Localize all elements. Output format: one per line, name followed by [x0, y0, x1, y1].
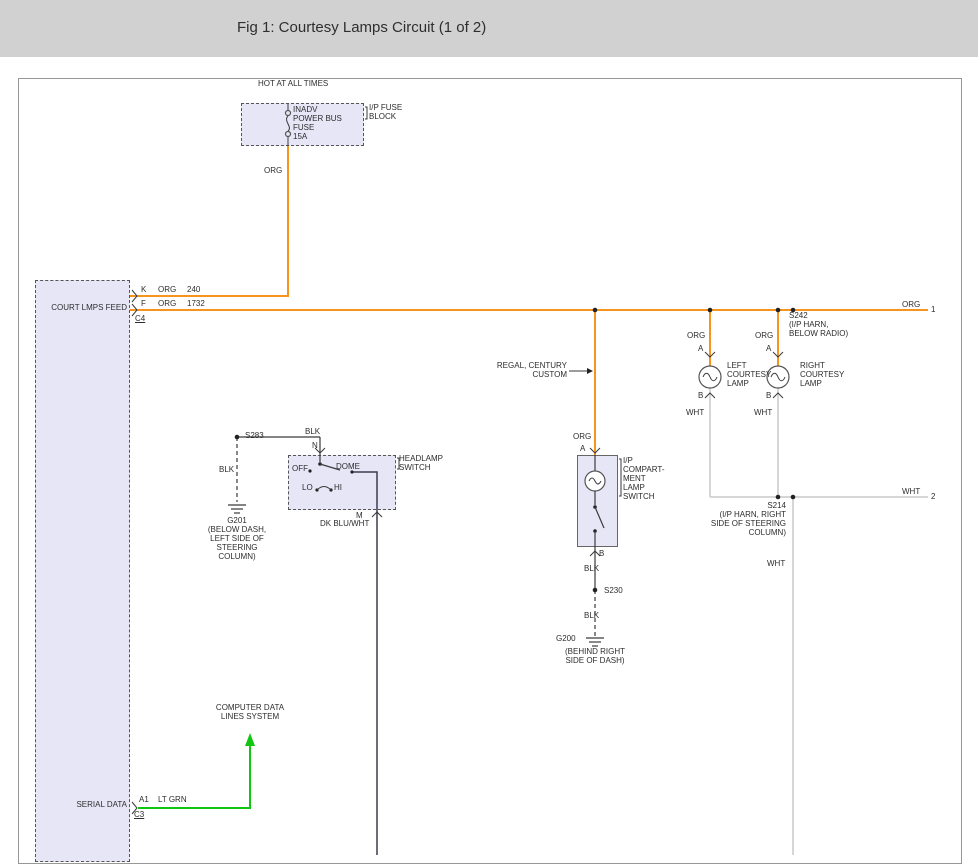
right-lamp-line: LAMP [800, 379, 844, 388]
diagram-page: Fig 1: Courtesy Lamps Circuit (1 of 2) [0, 0, 978, 865]
title-bar: Fig 1: Courtesy Lamps Circuit (1 of 2) [0, 0, 978, 57]
splice-s214-label: S214 (I/P HARN, RIGHT SIDE OF STEERING C… [698, 501, 786, 537]
ground-g200-name: G200 [556, 634, 576, 643]
headlamp-position-hi: HI [334, 483, 342, 492]
s214-line: (I/P HARN, RIGHT [698, 510, 786, 519]
wire-label-org-feed: ORG [264, 166, 282, 175]
regal-line: CUSTOM [480, 370, 567, 379]
right-lamp-pin-a: A [766, 344, 771, 353]
left-courtesy-lamp-label: LEFT COURTESY LAMP [727, 361, 771, 388]
fuse-block-label: I/P FUSE BLOCK [369, 103, 402, 121]
regal-century-note: REGAL, CENTURY CUSTOM [480, 361, 567, 379]
wire-label-org-right-lamp: ORG [755, 331, 773, 340]
right-courtesy-lamp-label: RIGHT COURTESY LAMP [800, 361, 844, 388]
wire-label-org-switch: ORG [573, 432, 591, 441]
ip-switch-line: LAMP [623, 483, 664, 492]
fuse-block-line: I/P FUSE [369, 103, 402, 112]
connector-c4-label: C4 [135, 314, 145, 323]
ip-lamp-switch-label: I/P COMPART- MENT LAMP SWITCH [623, 456, 664, 501]
wire-label-wht-right: WHT [902, 487, 920, 496]
headlamp-position-lo: LO [302, 483, 313, 492]
wire-label-wht-right-lamp: WHT [754, 408, 772, 417]
diagram-frame [18, 78, 962, 864]
s242-line: BELOW RADIO) [789, 329, 848, 338]
ip-switch-line: MENT [623, 474, 664, 483]
court-lmps-feed-label: COURT LMPS FEED [38, 303, 127, 312]
wire-label-org-left-lamp: ORG [687, 331, 705, 340]
ip-switch-pin-a: A [580, 444, 585, 453]
ip-switch-pin-b: B [599, 549, 604, 558]
fuse-block-line: BLOCK [369, 112, 402, 121]
computer-line: LINES SYSTEM [197, 712, 303, 721]
wire-label-blk-n: BLK [305, 427, 320, 436]
g200-line: SIDE OF DASH) [535, 656, 655, 665]
splice-s230-label: S230 [604, 586, 623, 595]
serial-data-label: SERIAL DATA [58, 800, 127, 809]
right-lamp-pin-b: B [766, 391, 771, 400]
left-lamp-line: LAMP [727, 379, 771, 388]
fuse-name-label: INADV POWER BUS FUSE 15A [293, 105, 342, 141]
left-lamp-line: COURTESY [727, 370, 771, 379]
wire-label-blk-g201: BLK [219, 465, 234, 474]
left-lamp-line: LEFT [727, 361, 771, 370]
hot-at-all-times-label: HOT AT ALL TIMES [258, 79, 328, 88]
headlamp-position-off: OFF [292, 464, 308, 473]
left-lamp-pin-a: A [698, 344, 703, 353]
ground-g201-label: G201 (BELOW DASH, LEFT SIDE OF STEERING … [187, 516, 287, 561]
wire-label-org-right: ORG [902, 300, 920, 309]
g201-line: (BELOW DASH, [187, 525, 287, 534]
computer-data-lines-label: COMPUTER DATA LINES SYSTEM [197, 703, 303, 721]
wire-label-wht-vertical: WHT [767, 559, 785, 568]
right-lamp-line: COURTESY [800, 370, 844, 379]
offpage-ref-2: 2 [931, 492, 935, 501]
headlamp-switch-label: HEADLAMP SWITCH [399, 454, 443, 472]
wire-label-org-240: ORG [158, 285, 176, 294]
wire-label-lt-grn: LT GRN [158, 795, 187, 804]
wire-label-org-1732: ORG [158, 299, 176, 308]
s214-line: SIDE OF STEERING [698, 519, 786, 528]
ground-g200-location: (BEHIND RIGHT SIDE OF DASH) [535, 647, 655, 665]
g201-line: COLUMN) [187, 552, 287, 561]
regal-line: REGAL, CENTURY [480, 361, 567, 370]
ip-compartment-lamp-switch-box [577, 455, 618, 547]
wire-label-dk-blu-wht: DK BLU/WHT [320, 519, 369, 528]
page-title: Fig 1: Courtesy Lamps Circuit (1 of 2) [237, 19, 486, 36]
g200-line: (BEHIND RIGHT [535, 647, 655, 656]
headlamp-position-dome: DOME [336, 462, 360, 471]
s214-line: COLUMN) [698, 528, 786, 537]
circuit-240-label: 240 [187, 285, 200, 294]
wire-label-blk-s230-bottom: BLK [584, 611, 599, 620]
pin-f-label: F [141, 299, 146, 308]
headlamp-label-line: HEADLAMP [399, 454, 443, 463]
s242-line: (I/P HARN, [789, 320, 848, 329]
splice-s283-label: S283 [245, 431, 264, 440]
fuse-line: INADV [293, 105, 342, 114]
splice-s242-label: S242 (I/P HARN, BELOW RADIO) [789, 311, 848, 338]
left-module-box [35, 280, 130, 862]
fuse-line: POWER BUS [293, 114, 342, 123]
offpage-ref-1: 1 [931, 305, 935, 314]
s214-line: S214 [698, 501, 786, 510]
headlamp-label-line: SWITCH [399, 463, 443, 472]
connector-c3-label: C3 [134, 810, 144, 819]
fuse-line: 15A [293, 132, 342, 141]
ip-switch-line: COMPART- [623, 465, 664, 474]
g201-line: STEERING [187, 543, 287, 552]
ip-switch-line: SWITCH [623, 492, 664, 501]
g201-line: LEFT SIDE OF [187, 534, 287, 543]
ip-switch-line: I/P [623, 456, 664, 465]
pin-k-label: K [141, 285, 146, 294]
fuse-line: FUSE [293, 123, 342, 132]
computer-line: COMPUTER DATA [197, 703, 303, 712]
right-lamp-line: RIGHT [800, 361, 844, 370]
pin-a1-label: A1 [139, 795, 149, 804]
g201-line: G201 [187, 516, 287, 525]
wire-label-wht-left-lamp: WHT [686, 408, 704, 417]
s242-line: S242 [789, 311, 848, 320]
headlamp-pin-n: N [312, 441, 318, 450]
circuit-1732-label: 1732 [187, 299, 205, 308]
left-lamp-pin-b: B [698, 391, 703, 400]
wire-label-blk-s230-top: BLK [584, 564, 599, 573]
